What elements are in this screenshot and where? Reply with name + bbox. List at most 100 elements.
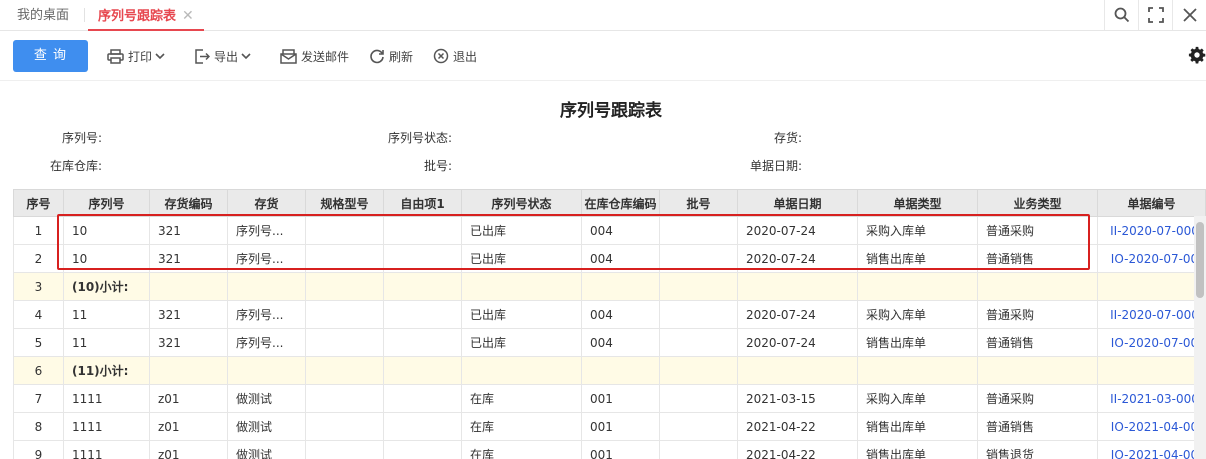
serial-tracking-table: 序号 序列号 存货编码 存货 规格型号 自由项1 序列号状态 在库仓库编码 批号… [13,189,1206,459]
column-header[interactable]: 序列号 [63,189,150,217]
subtotal-row[interactable]: 3 (10)小计: [13,272,1206,301]
cell-no: 2 [13,244,64,273]
cell-biz-type: 普通采购 [977,300,1098,329]
doc-number-link[interactable]: IO-2021-04-00 [1097,440,1206,459]
gear-icon[interactable] [1188,45,1206,68]
cell-spec [305,244,384,273]
cell-free [383,384,462,413]
cell-status: 已出库 [461,244,582,273]
cell-serial: 11 [63,328,150,357]
close-icon[interactable] [1172,0,1206,30]
tab-my-desktop[interactable]: 我的桌面 [17,0,69,30]
refresh-button[interactable]: 刷新 [369,47,413,65]
cell-warehouse: 001 [581,440,660,459]
cell-no: 1 [13,216,64,245]
filter-inventory-label: 存货: [773,131,802,145]
cell-biz-type: 销售退货 [977,440,1098,459]
fullscreen-icon[interactable] [1138,0,1172,30]
column-header[interactable]: 批号 [659,189,738,217]
cell-inventory: 序列号... [227,216,306,245]
filter-doc-date-label: 单据日期: [749,159,802,173]
cell-free [383,328,462,357]
column-header[interactable]: 自由项1 [383,189,462,217]
table-row[interactable]: 2 10 321 序列号... 已出库 004 2020-07-24 销售出库单… [13,244,1206,273]
scrollbar-thumb[interactable] [1196,222,1204,298]
cell-doc-type: 采购入库单 [857,384,978,413]
table-row[interactable]: 8 1111 z01 做测试 在库 001 2021-04-22 销售出库单 普… [13,412,1206,441]
cell-empty [305,272,384,301]
cell-code: 321 [149,244,228,273]
column-header[interactable]: 单据日期 [737,189,858,217]
table-row[interactable]: 7 1111 z01 做测试 在库 001 2021-03-15 采购入库单 普… [13,384,1206,413]
doc-number-link[interactable]: II-2020-07-000 [1097,216,1206,245]
column-header[interactable]: 单据编号 [1097,189,1206,217]
cell-doc-type: 采购入库单 [857,300,978,329]
cell-inventory: 做测试 [227,412,306,441]
cell-batch [659,384,738,413]
chevron-down-icon [241,52,251,59]
column-header[interactable]: 序号 [13,189,64,217]
table-row[interactable]: 4 11 321 序列号... 已出库 004 2020-07-24 采购入库单… [13,300,1206,329]
cell-status: 在库 [461,440,582,459]
cell-date: 2020-07-24 [737,300,858,329]
filter-serial-status-label: 序列号状态: [387,131,452,145]
filter-warehouse-label: 在库仓库: [49,159,102,173]
column-header[interactable]: 在库仓库编码 [581,189,660,217]
chevron-down-icon [155,52,165,59]
window-controls [1104,0,1206,30]
cell-doc-type: 销售出库单 [857,244,978,273]
doc-number-link[interactable]: IO-2020-07-00 [1097,328,1206,357]
doc-number-link[interactable]: IO-2020-07-00 [1097,244,1206,273]
cell-empty [857,356,978,385]
vertical-scrollbar[interactable] [1194,216,1206,459]
cell-empty [383,356,462,385]
tab-serial-tracking[interactable]: 序列号跟踪表 ✕ [88,0,204,31]
table-row[interactable]: 1 10 321 序列号... 已出库 004 2020-07-24 采购入库单… [13,216,1206,245]
table-row[interactable]: 5 11 321 序列号... 已出库 004 2020-07-24 销售出库单… [13,328,1206,357]
cell-empty [659,272,738,301]
cell-inventory: 序列号... [227,244,306,273]
search-icon[interactable] [1104,0,1138,30]
exit-button[interactable]: 退出 [433,47,477,65]
cell-no: 4 [13,300,64,329]
send-email-button[interactable]: 发送邮件 [280,47,349,65]
cell-doc-type: 销售出库单 [857,440,978,459]
column-header[interactable]: 业务类型 [977,189,1098,217]
doc-number-link[interactable]: II-2021-03-000 [1097,384,1206,413]
cell-empty [737,356,858,385]
exit-label: 退出 [453,49,478,64]
cell-no: 6 [13,356,64,385]
cell-warehouse: 004 [581,328,660,357]
column-header[interactable]: 单据类型 [857,189,978,217]
query-button[interactable]: 查 询 [13,40,88,72]
cell-batch [659,440,738,459]
table-row[interactable]: 9 1111 z01 做测试 在库 001 2021-04-22 销售出库单 销… [13,440,1206,459]
cell-date: 2021-04-22 [737,440,858,459]
print-button[interactable]: 打印 [107,47,169,65]
cell-biz-type: 普通采购 [977,384,1098,413]
toolbar: 查 询 打印 导出 发送邮件 刷新 退出 [0,31,1206,81]
column-header[interactable]: 存货编码 [149,189,228,217]
cell-empty [659,356,738,385]
cell-free [383,244,462,273]
column-header[interactable]: 序列号状态 [461,189,582,217]
cell-no: 8 [13,412,64,441]
cell-empty [581,272,660,301]
doc-number-link[interactable]: II-2020-07-000 [1097,300,1206,329]
cell-empty [1097,356,1206,385]
cell-status: 在库 [461,384,582,413]
tab-close-icon[interactable]: ✕ [182,8,194,24]
column-header[interactable]: 规格型号 [305,189,384,217]
export-icon [195,48,210,64]
column-header[interactable]: 存货 [227,189,306,217]
printer-icon [107,48,124,64]
export-button[interactable]: 导出 [194,47,255,65]
cell-no: 9 [13,440,64,459]
subtotal-row[interactable]: 6 (11)小计: [13,356,1206,385]
cell-code: 321 [149,328,228,357]
cell-doc-type: 销售出库单 [857,328,978,357]
cell-warehouse: 004 [581,244,660,273]
doc-number-link[interactable]: IO-2021-04-00 [1097,412,1206,441]
cell-empty [1097,272,1206,301]
cell-code: 321 [149,300,228,329]
